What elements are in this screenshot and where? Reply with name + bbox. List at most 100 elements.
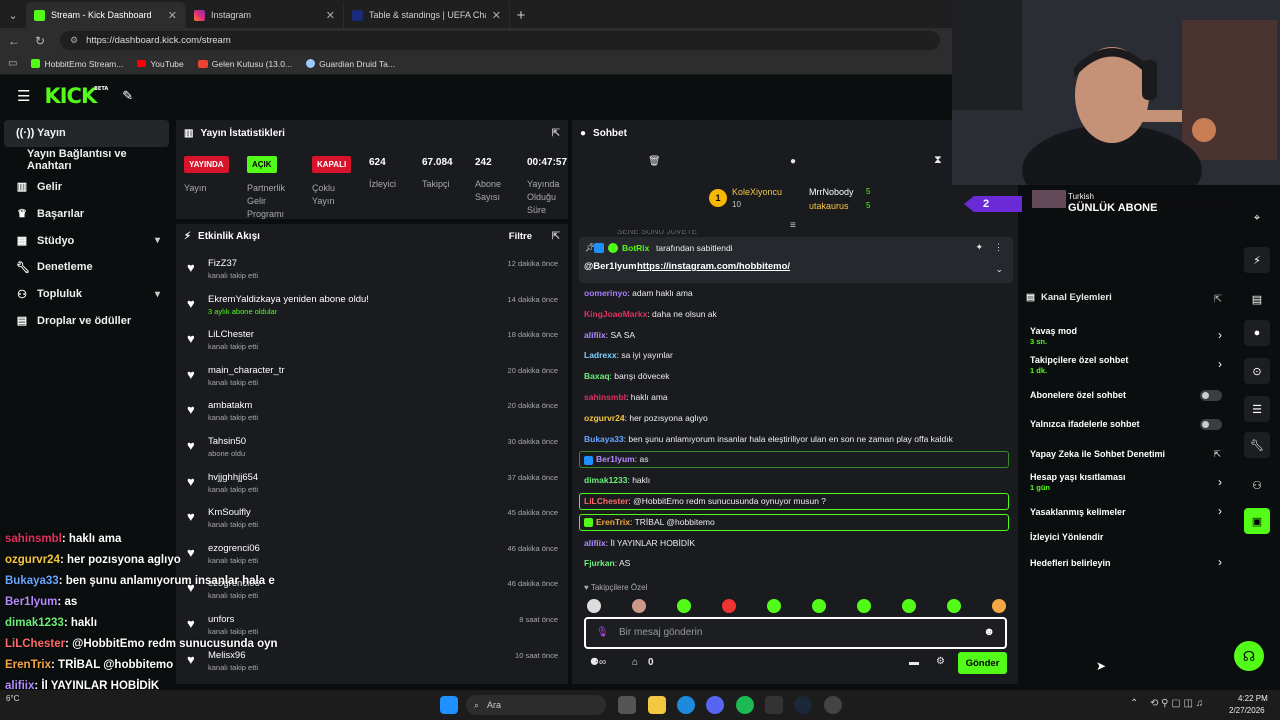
new-tab-button[interactable]: + (510, 2, 532, 28)
chat-message[interactable]: Ladrexx: sa iyi yayınlar (584, 350, 673, 360)
pin-icon[interactable]: ✎ (122, 88, 133, 104)
spotify-icon[interactable] (736, 696, 754, 714)
hourglass-icon[interactable]: ⧗ (934, 154, 942, 167)
bookmarks-menu-icon[interactable]: ▭ (8, 58, 17, 69)
chat-username[interactable]: Fjurkan (584, 558, 615, 568)
tray-icons[interactable]: ⟲ ⚲ ▢ ◫ ♫ (1150, 698, 1203, 709)
activity-row[interactable]: ♥ hvjjghhjj654 kanalı takip etti 37 dakika … (176, 468, 568, 503)
chat-username[interactable]: dimak1233 (584, 475, 627, 485)
microphone-icon[interactable]: 🎙︎ (596, 627, 609, 638)
goals-item[interactable]: Hedefleri belirleyin (1030, 558, 1111, 568)
tab-search-chevron-icon[interactable]: ⌄ (0, 2, 26, 28)
sidebar-item-stream-key[interactable]: Yayın Bağlantısı ve Anahtarı (0, 147, 172, 174)
activity-row[interactable]: ♥ ambatakm kanalı takip etti 20 dakika önce (176, 396, 568, 431)
slow-mode-item[interactable]: Yavaş mod 3 sn. (1030, 326, 1077, 346)
emote-icon[interactable] (947, 599, 961, 613)
chat-message[interactable]: ozgurvr24: her pozısyona aglıyo (584, 413, 708, 423)
unpin-icon[interactable]: ✦ (975, 242, 983, 253)
chat-message[interactable]: KingJoaoMarkx: daha ne olsun ak (584, 309, 717, 319)
chat-username[interactable]: sahinsmbl (584, 392, 626, 402)
emote-icon[interactable] (992, 599, 1006, 613)
points-icon[interactable]: ⚈∞ (590, 657, 606, 668)
popout-icon[interactable]: ⇱ (552, 128, 560, 139)
chat-message[interactable]: LiLChester: @HobbitEmo redm sunucusunda … (584, 496, 826, 506)
bookmark-guardian-druid[interactable]: Guardian Druid Ta... (306, 59, 395, 69)
subs-chat-toggle[interactable] (1200, 390, 1222, 401)
steam-icon[interactable] (794, 696, 812, 714)
banned-words-item[interactable]: Yasaklanmış kelimeler (1030, 507, 1126, 517)
rail-wrench-icon[interactable]: 🔧︎ (1244, 432, 1270, 458)
close-tab-icon[interactable]: ✕ (326, 9, 335, 22)
terminal-icon[interactable] (765, 696, 783, 714)
chevron-right-icon[interactable]: › (1218, 504, 1222, 518)
bookmark-mail[interactable]: Gelen Kutusu (13.0... (197, 59, 292, 69)
leader-1-name[interactable]: KoleXiyoncu (732, 187, 782, 197)
trash-icon[interactable]: 🗑︎ (648, 156, 661, 167)
emote-icon[interactable] (722, 599, 736, 613)
activity-row[interactable]: ♥ FizZ37 kanalı takip etti 12 dakika önce (176, 254, 568, 289)
task-view-icon[interactable] (618, 696, 636, 714)
kick-logo[interactable]: KICK BETA (44, 84, 108, 108)
back-arrow-icon[interactable]: ← (8, 34, 20, 48)
rail-broadcast-icon[interactable]: ⊙ (1244, 358, 1270, 384)
sidebar-item-basarilar[interactable]: ♛ Başarılar (0, 200, 172, 227)
chevron-right-icon[interactable]: › (1218, 357, 1222, 371)
external-link-icon[interactable]: ⇱ (1213, 449, 1221, 460)
discord-icon[interactable] (706, 696, 724, 714)
activity-row[interactable]: ♥ LiLChester kanalı takip etti 18 dakika ön… (176, 325, 568, 360)
sidebar-item-gelir[interactable]: ▥ Gelir (0, 174, 172, 201)
popout-icon[interactable]: ⇱ (552, 231, 560, 242)
activity-row[interactable]: ♥ Tahsin50 abone oldu 30 dakika önce (176, 432, 568, 467)
raid-item[interactable]: İzleyici Yönlendir (1030, 532, 1103, 542)
chat-message[interactable]: Baxaq: barışı dövecek (584, 371, 670, 381)
rail-top-icon[interactable]: ⌖ (1244, 208, 1270, 228)
obs-icon[interactable] (824, 696, 842, 714)
chat-input[interactable]: 🎙︎ Bir mesaj gönderin ☻ (584, 617, 1007, 649)
chat-message[interactable]: sahinsmbl: haklı ama (584, 392, 668, 402)
bookmark-youtube[interactable]: YouTube (137, 59, 184, 69)
emote-icon[interactable] (632, 599, 646, 613)
tray-chevron-icon[interactable]: ⌃ (1130, 698, 1138, 709)
tab-kick-dashboard[interactable]: Stream - Kick Dashboard ✕ (26, 2, 186, 28)
drag-handle-icon[interactable]: ≡ (790, 220, 796, 231)
sidebar-item-topluluk[interactable]: ⚇ Topluluk ▾ (0, 281, 172, 308)
pinned-link[interactable]: https://instagram.com/hobbitemo/ (637, 261, 790, 272)
site-info-icon[interactable]: ⚙ (70, 35, 78, 46)
support-headset-icon[interactable]: ☊ (1234, 641, 1264, 671)
rail-lightning-icon[interactable]: ⚡︎ (1244, 247, 1270, 273)
expand-chevron-icon[interactable]: ⌄ (995, 264, 1003, 275)
emoji-icon[interactable]: ☻ (983, 626, 995, 638)
reload-icon[interactable]: ↻ (34, 34, 46, 48)
pinned-message[interactable]: 📌︎ BotRix tarafından sabitlendi ✦ ⋮ @Ber… (579, 237, 1013, 283)
chat-username[interactable]: oomerinyo (584, 288, 627, 298)
leader-3-name[interactable]: utakaurus (809, 201, 849, 211)
popout-icon[interactable]: ⇱ (1214, 294, 1222, 305)
close-tab-icon[interactable]: ✕ (168, 9, 177, 22)
chat-username[interactable]: alifiix (584, 538, 606, 548)
chevron-right-icon[interactable]: › (1218, 555, 1222, 569)
activity-row[interactable]: ♥ EkremYaldizkaya yeniden abone oldu! 3 ay… (176, 290, 568, 325)
chat-message[interactable]: dimak1233: haklı (584, 475, 650, 485)
chat-bubble-icon[interactable]: ▬ (909, 657, 919, 668)
settings-icon[interactable]: ⚙ (936, 656, 945, 667)
chat-message[interactable]: alifiix: SA SA (584, 330, 635, 340)
activity-row[interactable]: ♥ main_character_tr kanalı takip etti 20 da… (176, 361, 568, 396)
taskbar-search[interactable]: ⌕ Ara (466, 695, 606, 715)
chat-message[interactable]: oomerinyo: adam haklı ama (584, 288, 693, 298)
gift-icon[interactable]: ⌂ (632, 657, 638, 668)
emote-icon[interactable] (677, 599, 691, 613)
leader-2-name[interactable]: MrrNobody (809, 187, 854, 197)
chat-username[interactable]: Baxaq (584, 371, 610, 381)
emote-icon[interactable] (902, 599, 916, 613)
sidebar-item-droplar[interactable]: ▤ Droplar ve ödüller (0, 308, 172, 335)
chat-username[interactable]: Ladrexx (584, 350, 617, 360)
rail-list-icon[interactable]: ☰ (1244, 396, 1270, 422)
close-tab-icon[interactable]: ✕ (492, 9, 501, 22)
chat-settings-icon[interactable]: ● (790, 156, 796, 167)
chat-message[interactable]: alifiix: İl YAYINLAR HOBİDİK (584, 538, 695, 548)
chat-message[interactable]: Fjurkan: AS (584, 558, 630, 568)
chat-username[interactable]: alifiix (584, 330, 606, 340)
sidebar-item-denetleme[interactable]: 🔧︎ Denetleme (0, 254, 172, 281)
sidebar-item-studyo[interactable]: ▦ Stüdyo ▾ (0, 227, 172, 254)
chat-username[interactable]: ozgurvr24 (584, 413, 625, 423)
